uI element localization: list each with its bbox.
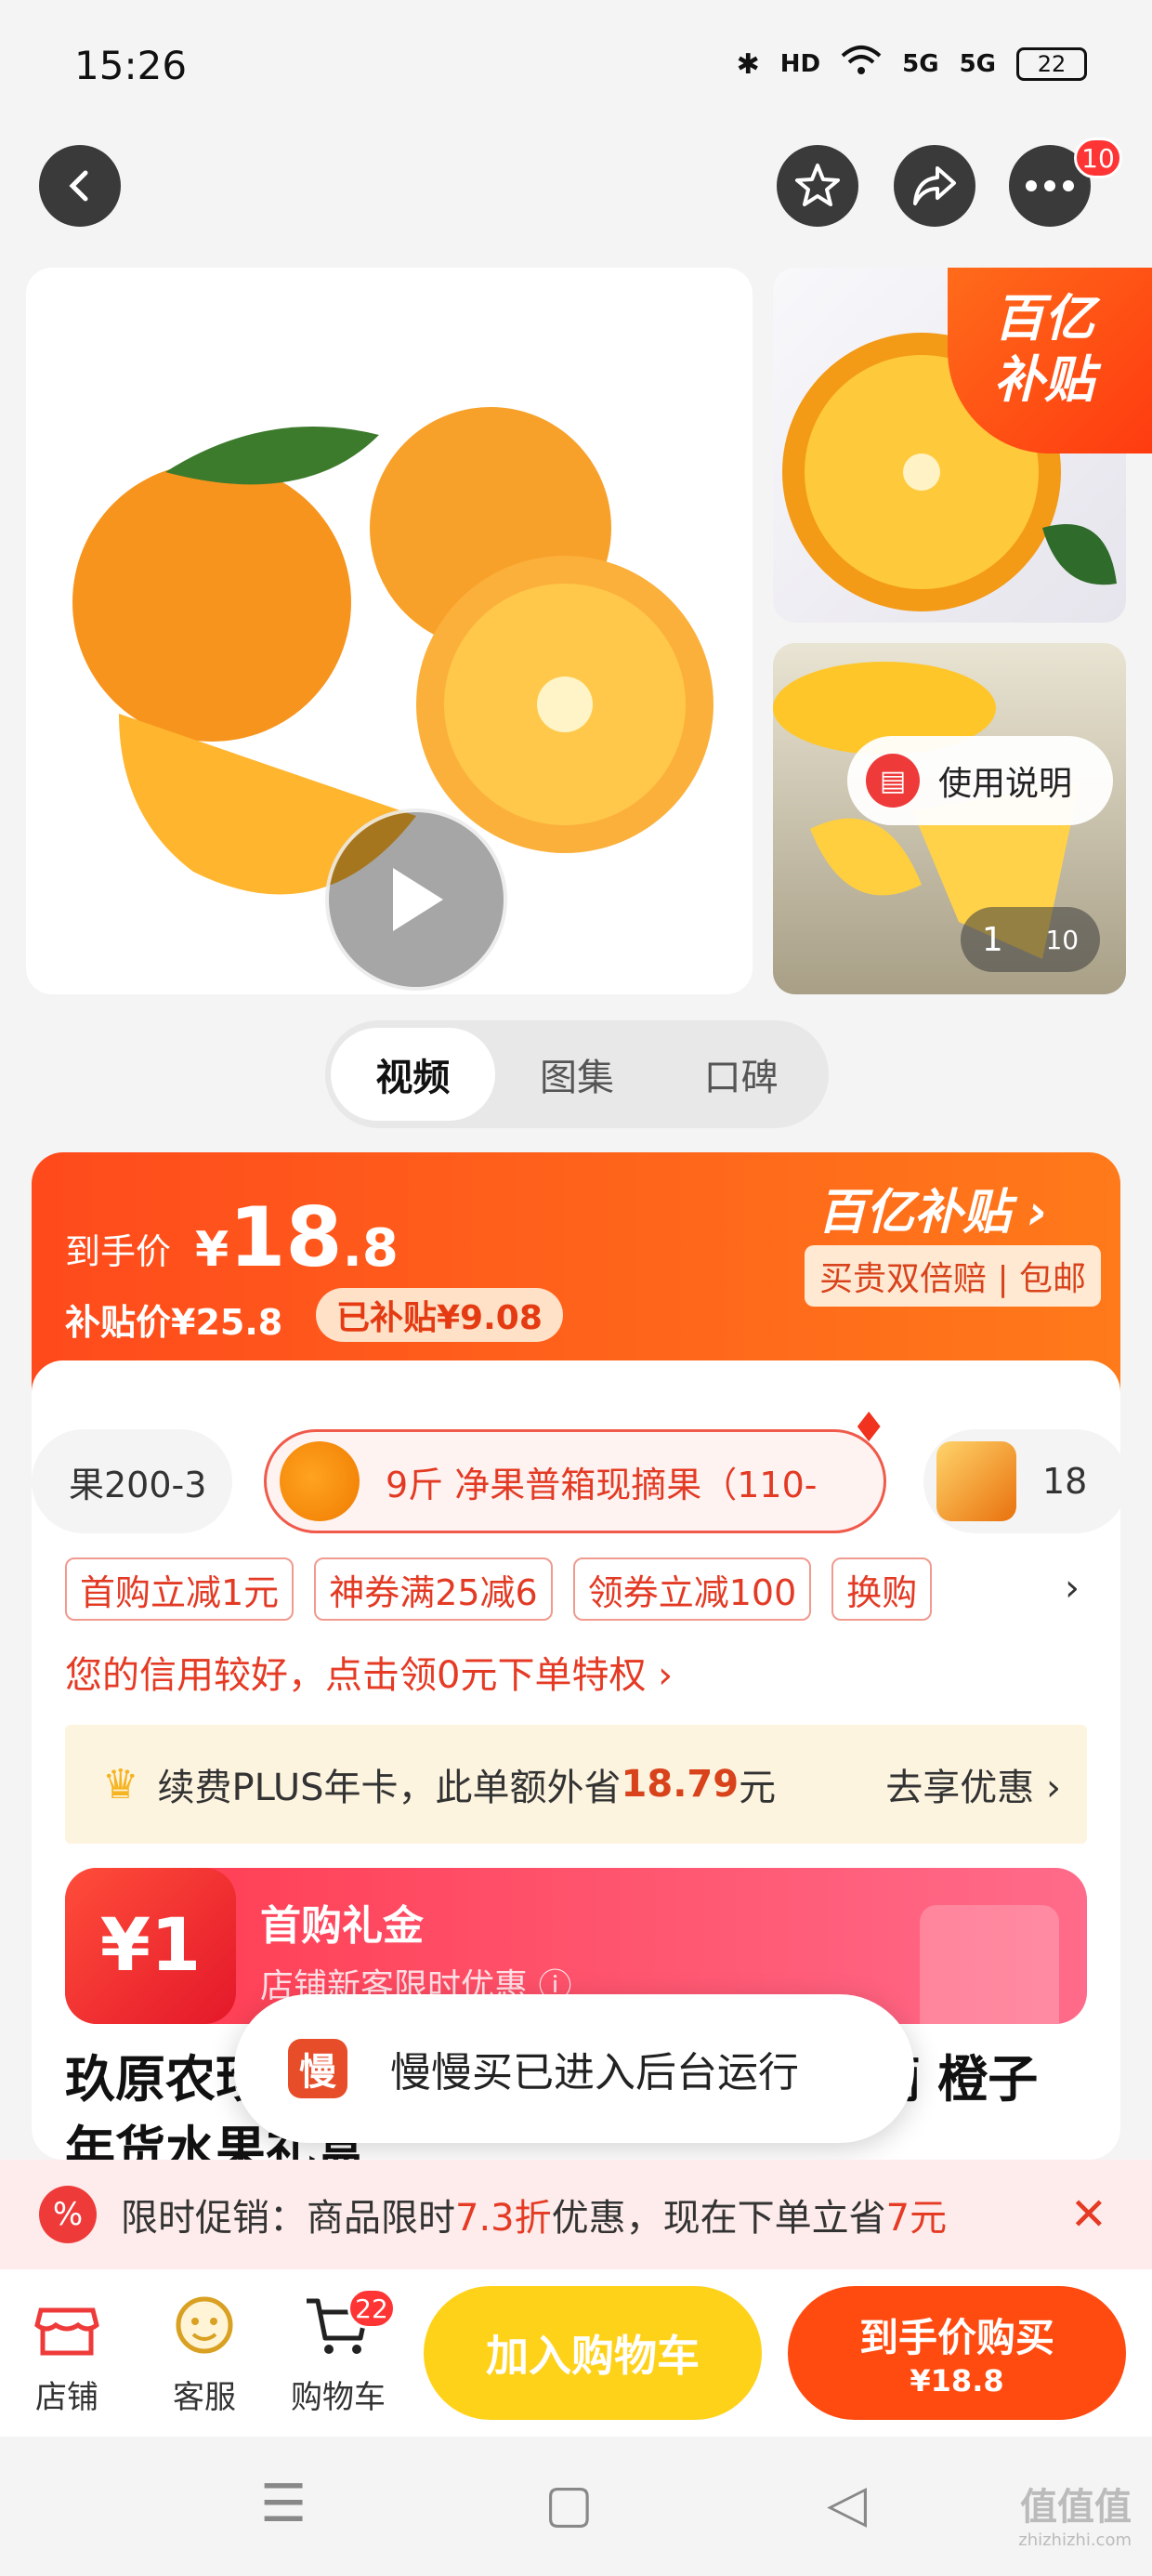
share-button[interactable] <box>894 145 975 227</box>
back-button[interactable] <box>39 145 121 227</box>
share-icon <box>913 166 956 205</box>
media-tabs: 视频 图集 口碑 <box>325 1020 829 1128</box>
discount-icon: % <box>39 2186 97 2243</box>
back-triangle-icon[interactable]: ◁ <box>827 2474 867 2534</box>
play-video-button[interactable] <box>325 808 507 991</box>
instructions-label: 使用说明 <box>938 765 1073 803</box>
product-main-image[interactable] <box>26 268 753 994</box>
battery-icon: 22 <box>1016 47 1087 81</box>
spec-thumbnail <box>936 1441 1016 1521</box>
watermark: 值值值 zhizhizhi.com <box>1018 2486 1132 2550</box>
star-icon <box>795 164 840 206</box>
spec-thumbnail <box>280 1441 360 1521</box>
final-price: ¥18.8 <box>195 1189 399 1285</box>
crown-icon: ♛ <box>102 1760 139 1808</box>
coupon-super[interactable]: 神券满25减6 <box>314 1557 553 1621</box>
signal-icon-1: 5G <box>902 50 939 78</box>
bottom-action-bar: 店铺 客服 购物车 22 加入购物车 到手价购买 ¥18.8 <box>0 2269 1152 2437</box>
status-icons: ✱ HD 5G 5G 22 <box>737 45 1087 84</box>
clock: 15:26 <box>74 43 188 88</box>
system-navigation-bar: ☰ ▢ ◁ 值值值 zhizhizhi.com <box>0 2437 1152 2576</box>
menu-icon[interactable]: ☰ <box>260 2474 307 2534</box>
notification-badge: 10 <box>1074 138 1122 178</box>
subsidy-price: 补贴价¥25.8 <box>65 1302 283 1343</box>
background-running-toast: 慢 慢慢买已进入后台运行 <box>234 1994 914 2143</box>
subsidized-amount-badge: 已补贴¥9.08 <box>316 1288 563 1342</box>
status-bar: 15:26 ✱ HD 5G 5G 22 <box>0 0 1152 130</box>
store-icon <box>30 2288 104 2362</box>
gift-title: 首购礼金 <box>260 1902 424 1950</box>
subsidy-brand-link[interactable]: 百亿补贴 › <box>818 1173 1048 1242</box>
credit-privilege-link[interactable]: 您的信用较好，点击领0元下单特权 › <box>65 1645 673 1699</box>
app-icon: 慢 <box>288 2039 347 2098</box>
buy-now-button[interactable]: 到手价购买 ¥18.8 <box>788 2286 1126 2420</box>
spec-option-previous[interactable]: 果200-3 <box>32 1429 232 1533</box>
tab-gallery[interactable]: 图集 <box>495 1028 660 1121</box>
cart-count-badge: 22 <box>347 2288 396 2329</box>
plus-cta[interactable]: 去享优惠 › <box>885 1757 1061 1811</box>
tab-video[interactable]: 视频 <box>331 1028 495 1121</box>
coupon-first-purchase[interactable]: 首购立减1元 <box>65 1557 295 1621</box>
cart-button[interactable]: 购物车 22 <box>282 2288 396 2417</box>
toast-text: 慢慢买已进入后台运行 <box>390 2049 799 2096</box>
spec-option-next[interactable]: 18 <box>923 1429 1128 1533</box>
manual-icon: ▤ <box>866 754 920 808</box>
guarantee-tags: 买贵双倍赔 | 包邮 <box>805 1245 1102 1307</box>
coupon-row: 首购立减1元 神券满25减6 领券立减100 换购 <box>65 1557 933 1621</box>
gift-amount: ¥1 <box>65 1868 236 2024</box>
image-counter: 1 10 <box>961 907 1100 972</box>
gift-box-icon <box>920 1905 1059 2024</box>
home-icon[interactable]: ▢ <box>544 2474 594 2534</box>
bluetooth-icon: ✱ <box>736 47 760 81</box>
favorite-button[interactable] <box>777 145 858 227</box>
tab-reviews[interactable]: 口碑 <box>659 1028 823 1121</box>
final-price-label: 到手价 <box>65 1231 172 1272</box>
wifi-icon <box>841 45 882 84</box>
instructions-button[interactable]: ▤ 使用说明 <box>847 736 1113 825</box>
play-icon <box>393 868 443 931</box>
plus-membership-banner[interactable]: ♛ 续费PLUS年卡，此单额外省 18.79 元 去享优惠 › <box>65 1725 1087 1844</box>
coupon-trade-in[interactable]: 换购 <box>831 1557 933 1621</box>
hot-flame-icon: ♦ <box>850 1404 887 1452</box>
coupon-claim[interactable]: 领券立减100 <box>572 1557 812 1621</box>
hd-icon: HD <box>779 50 821 78</box>
customer-service-button[interactable]: 客服 <box>149 2288 260 2417</box>
back-arrow-icon <box>69 170 88 202</box>
limited-promo-bar[interactable]: % 限时促销：商品限时 7.3折 优惠，现在下单立省 7元 ✕ <box>0 2160 1152 2269</box>
store-button[interactable]: 店铺 <box>11 2288 123 2417</box>
service-icon <box>167 2288 242 2362</box>
spec-option-selected[interactable]: 9斤 净果普箱现摘果（110- ♦ <box>264 1404 887 1533</box>
chevron-right-icon[interactable]: › <box>1065 1567 1080 1610</box>
close-icon[interactable]: ✕ <box>1070 2188 1107 2241</box>
more-icon <box>1026 180 1074 191</box>
signal-icon-2: 5G <box>959 50 996 78</box>
add-to-cart-button[interactable]: 加入购物车 <box>424 2286 762 2420</box>
